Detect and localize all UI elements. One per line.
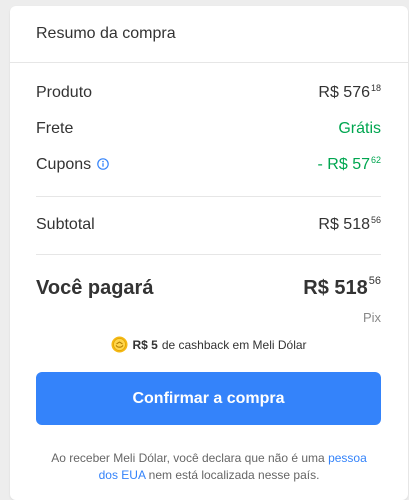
total-cents: 56 bbox=[368, 275, 381, 287]
shipping-row: Frete Grátis bbox=[36, 120, 381, 138]
product-price: R$ 576 18 bbox=[318, 83, 381, 102]
total-price: R$ 518 56 bbox=[303, 275, 381, 300]
subtotal-cents: 56 bbox=[370, 215, 381, 225]
subtotal-amount: R$ 518 bbox=[318, 216, 370, 233]
divider bbox=[36, 196, 381, 197]
disclaimer: Ao receber Meli Dólar, você declara que … bbox=[40, 450, 378, 484]
cashback-text: de cashback em Meli Dólar bbox=[161, 337, 307, 352]
info-icon[interactable] bbox=[97, 157, 109, 170]
cashback-banner: R$ 5 de cashback em Meli Dólar bbox=[10, 336, 408, 353]
subtotal-price: R$ 518 56 bbox=[318, 215, 381, 234]
divider bbox=[36, 254, 381, 255]
shipping-label: Frete bbox=[36, 120, 74, 137]
coupons-label-wrap: Cupons bbox=[36, 156, 109, 174]
cashback-amount: R$ 5 bbox=[132, 337, 158, 352]
payment-method: Pix bbox=[362, 310, 381, 325]
subtotal-label: Subtotal bbox=[36, 216, 95, 233]
coupons-row: Cupons - R$ 57 62 bbox=[36, 155, 381, 174]
coupons-discount: - R$ 57 62 bbox=[317, 155, 381, 174]
total-row: Você pagará R$ 518 56 bbox=[36, 275, 381, 300]
purchase-summary-card: Resumo da compra Produto R$ 576 18 Frete … bbox=[10, 6, 408, 500]
total-label: Você pagará bbox=[36, 277, 154, 299]
subtotal-row: Subtotal R$ 518 56 bbox=[36, 215, 381, 234]
summary-title: Resumo da compra bbox=[36, 25, 176, 42]
disclaimer-text-before: Ao receber Meli Dólar, você declara que … bbox=[51, 451, 325, 465]
summary-header: Resumo da compra bbox=[10, 6, 408, 63]
product-row: Produto R$ 576 18 bbox=[36, 83, 381, 102]
meli-dolar-coin-icon bbox=[111, 336, 128, 353]
confirm-purchase-button[interactable]: Confirmar a compra bbox=[36, 372, 381, 425]
coupons-amount: - R$ 57 bbox=[317, 156, 370, 173]
shipping-value: Grátis bbox=[338, 120, 381, 137]
disclaimer-text-after: nem está localizada nesse país. bbox=[148, 468, 320, 482]
product-cents: 18 bbox=[370, 83, 381, 93]
product-label: Produto bbox=[36, 84, 93, 101]
total-amount: R$ 518 bbox=[303, 277, 368, 299]
coupons-label: Cupons bbox=[36, 156, 92, 173]
coupons-cents: 62 bbox=[370, 155, 381, 165]
product-amount: R$ 576 bbox=[318, 84, 370, 101]
